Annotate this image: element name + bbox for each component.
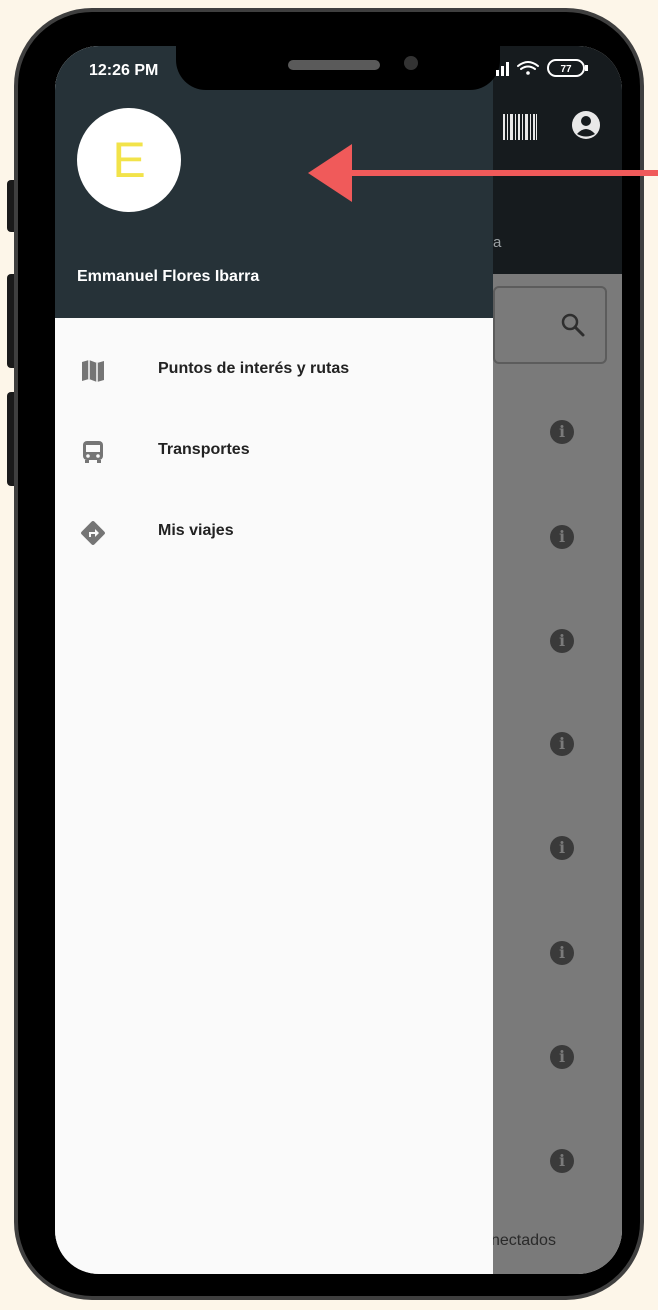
battery-icon: 77 xyxy=(547,59,588,77)
info-icon[interactable]: i xyxy=(550,1149,574,1173)
info-icon[interactable]: i xyxy=(550,629,574,653)
info-icon[interactable]: i xyxy=(550,1045,574,1069)
info-icon[interactable]: i xyxy=(550,732,574,756)
account-icon[interactable] xyxy=(571,110,601,140)
status-bar-time: 12:26 PM xyxy=(89,62,159,79)
signal-icon xyxy=(496,62,509,76)
info-icon[interactable]: i xyxy=(550,941,574,965)
phone-screen: a i i i i i i i i nectados 12:26 PM E Em… xyxy=(55,46,622,1274)
background-search-field[interactable] xyxy=(493,286,607,364)
avatar[interactable]: E xyxy=(77,108,181,212)
info-icon[interactable]: i xyxy=(550,525,574,549)
navigation-drawer: 12:26 PM E Emmanuel Flores Ibarra Puntos… xyxy=(55,46,493,1274)
wifi-icon xyxy=(517,61,539,75)
info-icon[interactable]: i xyxy=(550,420,574,444)
drawer-item-label: Transportes xyxy=(158,441,250,458)
map-icon xyxy=(82,360,104,382)
search-icon[interactable] xyxy=(560,312,586,338)
connection-status-fragment: nectados xyxy=(491,1232,556,1249)
drawer-item-label: Puntos de interés y rutas xyxy=(158,360,350,377)
info-icon[interactable]: i xyxy=(550,836,574,860)
bus-icon xyxy=(83,441,103,463)
red-arrow-annotation xyxy=(308,144,658,202)
drawer-item-puntos-de-interes[interactable]: Puntos de interés y rutas xyxy=(55,338,493,400)
system-status-icons: 77 xyxy=(496,59,588,77)
phone-speaker xyxy=(288,60,380,70)
drawer-item-label: Mis viajes xyxy=(158,522,234,539)
drawer-item-mis-viajes[interactable]: Mis viajes xyxy=(55,500,493,562)
user-name: Emmanuel Flores Ibarra xyxy=(77,268,260,285)
drawer-item-transportes[interactable]: Transportes xyxy=(55,419,493,481)
battery-level: 77 xyxy=(560,64,572,75)
tab-label-fragment: a xyxy=(493,234,502,251)
directions-icon xyxy=(81,521,105,545)
barcode-icon[interactable] xyxy=(503,114,537,140)
phone-camera xyxy=(404,56,418,70)
